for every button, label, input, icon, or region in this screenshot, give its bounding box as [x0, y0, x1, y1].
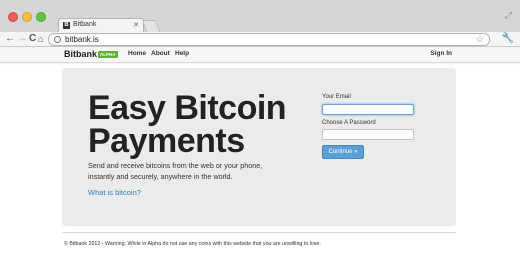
footer-text: © Bitbank 2012 - Warning: While in Alpha…	[64, 241, 321, 247]
address-bar[interactable]: bitbank.is ☆	[48, 33, 490, 46]
bookmark-star-icon[interactable]: ☆	[476, 34, 484, 45]
brand-logo[interactable]: Bitbank	[64, 49, 97, 59]
nav-help-link[interactable]: Help	[175, 50, 189, 57]
continue-button[interactable]: Continue »	[322, 145, 364, 159]
new-tab-button[interactable]	[141, 20, 161, 32]
sign-in-link[interactable]: Sign In	[430, 50, 452, 57]
hero-unit: Easy Bitcoin Payments Send and receive b…	[62, 68, 456, 226]
hero-subtitle: Send and receive bitcoins from the web o…	[88, 161, 263, 181]
alpha-badge: ALPHA	[98, 51, 118, 58]
back-button[interactable]: ←	[5, 32, 15, 46]
what-is-bitcoin-link[interactable]: What is bitcoin?	[88, 188, 141, 197]
browser-tab[interactable]: B Bitbank ✕	[58, 18, 144, 33]
nav-about-link[interactable]: About	[151, 50, 170, 57]
address-url: bitbank.is	[65, 35, 99, 44]
email-field[interactable]	[322, 104, 414, 115]
globe-icon	[54, 36, 61, 43]
hero-title-line1: Easy Bitcoin	[88, 89, 287, 127]
nav-home-link[interactable]: Home	[128, 50, 146, 57]
tab-close-icon[interactable]: ✕	[133, 21, 139, 29]
browser-toolbar: ← → C ⌂ bitbank.is ☆ 🔧	[0, 32, 520, 47]
favicon-icon: B	[63, 22, 70, 29]
hero-title-line2: Payments	[88, 122, 245, 160]
forward-button[interactable]: →	[17, 32, 27, 46]
browser-window: B Bitbank ✕ ⤢ ← → C ⌂ bitbank.is ☆ 🔧 Bit…	[0, 0, 520, 272]
footer-divider	[62, 232, 456, 233]
fullscreen-icon[interactable]: ⤢	[505, 10, 512, 21]
tab-strip: B Bitbank ✕ ⤢	[0, 0, 520, 33]
zoom-window-button[interactable]	[36, 12, 46, 22]
close-window-button[interactable]	[8, 12, 18, 22]
reload-button[interactable]: C	[29, 32, 36, 46]
site-navbar: Bitbank ALPHA Home About Help Sign In	[0, 47, 520, 63]
home-button[interactable]: ⌂	[38, 32, 43, 46]
password-field[interactable]	[322, 129, 414, 140]
password-label: Choose A Password	[322, 120, 376, 126]
wrench-icon[interactable]: 🔧	[502, 32, 514, 46]
hero-title: Easy Bitcoin Payments	[88, 89, 288, 160]
tab-title: Bitbank	[73, 21, 97, 28]
email-label: Your Email	[322, 94, 351, 100]
minimize-window-button[interactable]	[22, 12, 32, 22]
